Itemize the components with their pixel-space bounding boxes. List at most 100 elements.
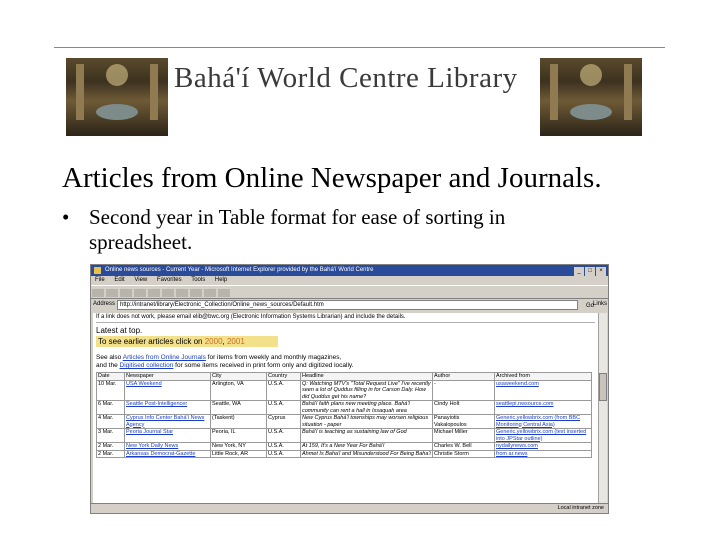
see-also-text: See also Articles from Online Journals f… (93, 348, 598, 370)
bullet-icon: • (62, 205, 70, 229)
cell-author: Michael Miller (432, 428, 495, 443)
menu-tools[interactable]: Tools (191, 277, 205, 283)
cell-city: Little Rock, AR (210, 449, 267, 458)
col-date[interactable]: Date (96, 372, 125, 381)
cell-country: U.S.A. (266, 428, 301, 443)
col-newspaper[interactable]: Newspaper (124, 372, 211, 381)
col-city[interactable]: City (210, 372, 267, 381)
table-row: 10 Mar. USA Weekend Arlington, VA U.S.A.… (96, 379, 592, 401)
cell-author: Christie Storm (432, 449, 495, 458)
see-also-suffix-2: for some items received in print form on… (173, 362, 354, 369)
cell-archived-link[interactable]: Generic.yellowbrix.com (text inserted in… (494, 428, 592, 443)
cell-headline: Bahá'í faith plans new meeting place. Ba… (300, 400, 433, 415)
cell-author: Cindy Holt (432, 400, 495, 415)
cell-newspaper-link[interactable]: New York Daily News (124, 442, 211, 451)
cell-city: Seattle, WA (210, 400, 267, 415)
print-icon[interactable] (218, 289, 230, 297)
year-2001-link[interactable]: 2001 (227, 337, 245, 346)
stop-icon[interactable] (120, 289, 132, 297)
menu-edit[interactable]: Edit (114, 277, 124, 283)
table-row: 4 Mar. Cyprus Info Center Bahá'í News Ag… (96, 414, 592, 429)
table-row: 2 Mar. New York Daily News New York, NY … (96, 442, 592, 451)
browser-titlebar: Online news sources - Current Year - Mic… (91, 265, 608, 276)
back-icon[interactable] (92, 289, 104, 297)
cell-headline: Ahmet Is Baha'i and Misunderstood For Be… (300, 449, 433, 458)
cell-author: Panayiotis Vakalopoulos (432, 414, 495, 429)
cell-country: U.S.A. (266, 449, 301, 458)
cell-newspaper-link[interactable]: Peoria Journal Star (124, 428, 211, 443)
minimize-icon[interactable]: _ (574, 267, 584, 276)
cell-author: - (432, 379, 495, 401)
cell-city: Arlington, VA (210, 379, 267, 401)
vertical-scrollbar[interactable] (598, 313, 607, 503)
scrollbar-thumb[interactable] (599, 373, 607, 401)
favorites-icon[interactable] (176, 289, 188, 297)
top-rule (54, 47, 665, 48)
cell-date: 6 Mar. (96, 400, 125, 415)
home-icon[interactable] (148, 289, 160, 297)
online-journals-link[interactable]: Articles from Online Journals (123, 354, 206, 361)
col-headline[interactable]: Headline (300, 372, 433, 381)
cell-date: 2 Mar. (96, 449, 125, 458)
close-icon[interactable]: × (596, 267, 606, 276)
maximize-icon[interactable]: □ (585, 267, 595, 276)
cell-archived-link[interactable]: nydailynews.com (494, 442, 592, 451)
cell-date: 3 Mar. (96, 428, 125, 443)
library-interior-photo-right (540, 58, 642, 136)
see-also-prefix: See also (96, 354, 123, 361)
window-title: Online news sources - Current Year - Mic… (105, 267, 374, 273)
cell-newspaper-link[interactable]: USA Weekend (124, 379, 211, 401)
cell-newspaper-link[interactable]: Cyprus Info Center Bahá'í News Agency (124, 414, 211, 429)
address-input[interactable]: http://intranet/library/Electronic_Colle… (117, 300, 578, 310)
digitised-collection-link[interactable]: Digitised collection (120, 362, 174, 369)
menubar: File Edit View Favorites Tools Help (91, 276, 608, 285)
forward-icon[interactable] (106, 289, 118, 297)
cell-city: Peoria, IL (210, 428, 267, 443)
latest-at-top-label: Latest at top. (96, 326, 143, 335)
table-header-row: Date Newspaper City Country Headline Aut… (96, 372, 592, 381)
status-bar: Local intranet zone (91, 503, 608, 513)
table-row: 2 Mar. Arkansas Democrat-Gazette Little … (96, 449, 592, 458)
cell-archived-link[interactable]: Generic.yellowbrix.com (from BBC Monitor… (494, 414, 592, 429)
menu-view[interactable]: View (134, 277, 147, 283)
menu-help[interactable]: Help (215, 277, 227, 283)
earlier-articles-text: To see earlier articles click on (98, 337, 205, 346)
cell-author: Charles W. Bell (432, 442, 495, 451)
cell-date: 2 Mar. (96, 442, 125, 451)
cell-newspaper-link[interactable]: Seattle Post-Intelligencer (124, 400, 211, 415)
search-icon[interactable] (162, 289, 174, 297)
menu-favorites[interactable]: Favorites (157, 277, 182, 283)
news-table: Date Newspaper City Country Headline Aut… (96, 372, 592, 458)
zone-status: Local intranet zone (557, 505, 604, 511)
cell-archived-link[interactable]: from ar.news (494, 449, 592, 458)
year-2000-link[interactable]: 2000 (205, 337, 223, 346)
browser-toolbar (91, 285, 608, 299)
see-also-suffix: for items from weekly and monthly magazi… (205, 354, 342, 361)
mail-icon[interactable] (204, 289, 216, 297)
col-author[interactable]: Author (432, 372, 495, 381)
earlier-articles-box: To see earlier articles click on 2000, 2… (96, 336, 278, 347)
col-country[interactable]: Country (266, 372, 301, 381)
history-icon[interactable] (190, 289, 202, 297)
refresh-icon[interactable] (134, 289, 146, 297)
cell-country: Cyprus (266, 414, 301, 429)
links-button[interactable]: Links (593, 299, 607, 310)
slide-heading: Articles from Online Newspaper and Journ… (62, 162, 602, 194)
table-row: 6 Mar. Seattle Post-Intelligencer Seattl… (96, 400, 592, 415)
table-row: 3 Mar. Peoria Journal Star Peoria, IL U.… (96, 428, 592, 443)
col-archived-from[interactable]: Archived from (494, 372, 592, 381)
cell-country: U.S.A. (266, 442, 301, 451)
cell-archived-link[interactable]: usaweekend.com (494, 379, 592, 401)
cell-headline: New Cyprus Bahá'í townships may worsen r… (300, 414, 433, 429)
browser-icon (94, 267, 101, 274)
cell-date: 10 Mar. (96, 379, 125, 401)
bullet-text: Second year in Table format for ease of … (89, 205, 506, 254)
cell-newspaper-link[interactable]: Arkansas Democrat-Gazette (124, 449, 211, 458)
menu-file[interactable]: File (95, 277, 105, 283)
library-interior-photo-left (66, 58, 168, 136)
library-banner: Bahá'í World Centre Library (66, 58, 642, 136)
cell-city: New York, NY (210, 442, 267, 451)
cell-archived-link[interactable]: seattlepi.nwsource.com (494, 400, 592, 415)
page-content: If a link does not work, please email el… (93, 313, 598, 503)
cell-headline: Q: Watching MTV's "Total Request Live" I… (300, 379, 433, 401)
